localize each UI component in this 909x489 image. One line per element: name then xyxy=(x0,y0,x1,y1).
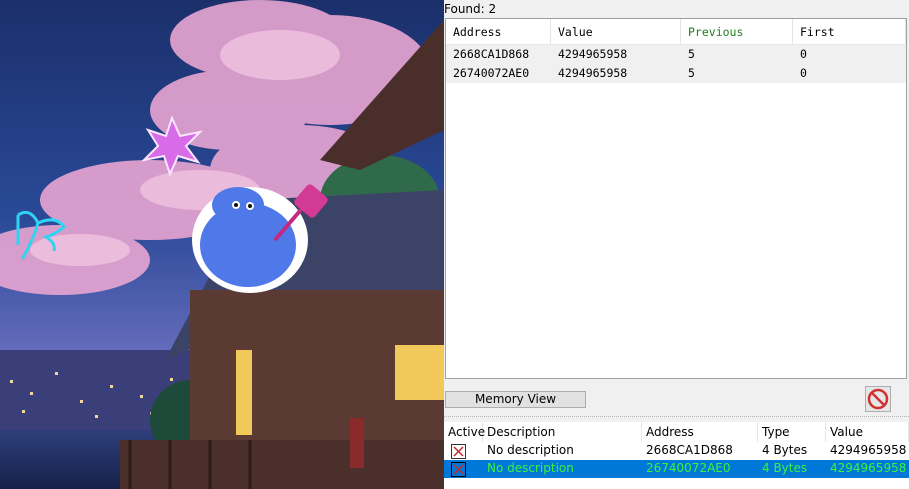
type-cell[interactable]: 4 Bytes xyxy=(758,442,826,460)
type-cell[interactable]: 4 Bytes xyxy=(758,460,826,478)
clear-list-button[interactable] xyxy=(865,386,891,412)
column-header-address[interactable]: Address xyxy=(446,19,551,44)
column-header-description[interactable]: Description xyxy=(483,422,642,442)
found-count-value: 2 xyxy=(488,2,497,16)
memory-scanner-panel: Found: 2 Address Value Previous First 26… xyxy=(444,0,909,489)
result-first: 0 xyxy=(800,47,807,61)
splitter-handle[interactable] xyxy=(444,416,909,421)
address-cell[interactable]: 26740072AE0 xyxy=(642,460,758,478)
column-header-type[interactable]: Type xyxy=(758,422,826,442)
address-cell[interactable]: 2668CA1D868 xyxy=(642,442,758,460)
x-mark-icon xyxy=(453,464,464,475)
active-cell xyxy=(444,442,483,460)
active-checkbox[interactable] xyxy=(451,444,466,459)
column-header-value[interactable]: Value xyxy=(551,19,681,44)
result-row[interactable]: 2668CA1D868 4294965958 5 0 xyxy=(446,45,906,64)
active-checkbox[interactable] xyxy=(451,462,466,477)
result-previous: 5 xyxy=(688,47,695,61)
value-cell[interactable]: 4294965958 xyxy=(826,460,909,478)
result-first: 0 xyxy=(800,66,807,80)
x-mark-icon xyxy=(453,446,464,457)
found-count-label: Found: 2 xyxy=(444,2,496,16)
column-header-value[interactable]: Value xyxy=(826,422,909,442)
description-cell[interactable]: No description xyxy=(483,442,642,460)
address-list-header: Active Description Address Type Value xyxy=(444,422,909,442)
scan-results-list[interactable]: Address Value Previous First 2668CA1D868… xyxy=(445,18,907,379)
result-row[interactable]: 26740072AE0 4294965958 5 0 xyxy=(446,64,906,83)
address-list[interactable]: Active Description Address Type Value No… xyxy=(444,422,909,489)
column-header-address[interactable]: Address xyxy=(642,422,758,442)
result-value: 4294965958 xyxy=(558,66,628,80)
result-address: 2668CA1D868 xyxy=(453,47,530,61)
column-header-first[interactable]: First xyxy=(793,19,906,44)
column-header-active[interactable]: Active xyxy=(444,422,485,442)
wallpaper-scene xyxy=(0,0,444,489)
result-address: 26740072AE0 xyxy=(453,66,530,80)
description-cell[interactable]: No description xyxy=(483,460,642,478)
address-row-selected[interactable]: No description 26740072AE0 4 Bytes 42949… xyxy=(444,460,909,478)
result-previous: 5 xyxy=(688,66,695,80)
results-header: Address Value Previous First xyxy=(446,19,906,45)
found-label-text: Found: xyxy=(444,2,485,16)
result-value: 4294965958 xyxy=(558,47,628,61)
active-cell xyxy=(444,460,483,478)
value-cell[interactable]: 4294965958 xyxy=(826,442,909,460)
desktop-wallpaper xyxy=(0,0,444,489)
column-header-previous[interactable]: Previous xyxy=(681,19,793,44)
address-row[interactable]: No description 2668CA1D868 4 Bytes 42949… xyxy=(444,442,909,460)
no-entry-icon xyxy=(867,388,889,410)
memory-view-button[interactable]: Memory View xyxy=(445,391,586,408)
